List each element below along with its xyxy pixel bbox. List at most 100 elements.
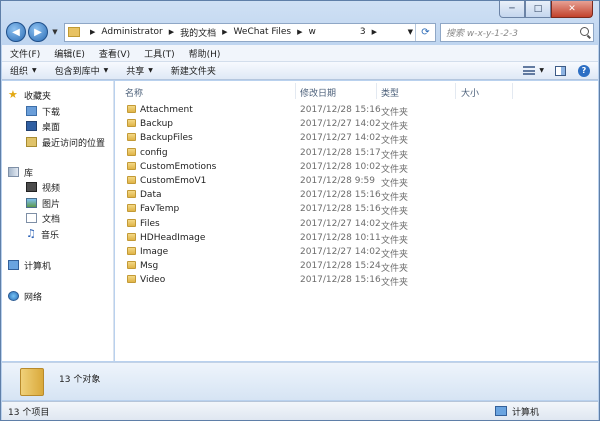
file-name[interactable]: CustomEmoV1 <box>140 176 206 186</box>
nav-label: 收藏夹 <box>24 91 52 102</box>
file-name[interactable]: BackupFiles <box>140 133 193 143</box>
include-library-button[interactable]: 包含到库中 ▼ <box>55 64 109 77</box>
file-name[interactable]: Video <box>140 275 165 285</box>
chevron-right-icon[interactable]: ▶ <box>169 28 174 36</box>
address-bar[interactable]: ▶ Administrator ▶ 我的文档 ▶ WeChat Files ▶ … <box>64 22 436 42</box>
column-size[interactable]: 大小 <box>461 86 479 99</box>
file-name[interactable]: Attachment <box>140 105 193 115</box>
file-type: 文件夹 <box>381 207 409 218</box>
maximize-button[interactable]: □ <box>525 1 551 18</box>
pictures-icon <box>26 198 37 208</box>
chevron-right-icon[interactable]: ▶ <box>222 28 227 36</box>
chevron-right-icon[interactable]: ▶ <box>372 28 377 36</box>
window-controls: ─ □ ✕ <box>499 1 593 18</box>
table-row[interactable]: BackupFiles 2017/12/27 14:02 文件夹 <box>115 131 598 146</box>
nav-recent[interactable]: 最近访问的位置 <box>26 135 105 149</box>
column-name[interactable]: 名称 <box>125 86 143 99</box>
nav-label: 网络 <box>24 292 43 303</box>
file-name[interactable]: FavTemp <box>140 204 179 214</box>
breadcrumb-item[interactable]: WeChat Files <box>234 27 292 37</box>
nav-label: 图片 <box>42 199 61 210</box>
menu-tools[interactable]: 工具(T) <box>144 47 175 60</box>
file-name[interactable]: Files <box>140 219 160 229</box>
back-button[interactable]: ◀ <box>6 22 26 42</box>
help-button[interactable]: ? <box>576 64 592 78</box>
file-date: 2017/12/27 14:02 <box>300 119 381 130</box>
table-row[interactable]: CustomEmoV1 2017/12/28 9:59 文件夹 <box>115 174 598 189</box>
folder-icon <box>127 275 136 284</box>
table-row[interactable]: HDHeadImage 2017/12/28 10:11 文件夹 <box>115 231 598 246</box>
menu-file[interactable]: 文件(F) <box>10 47 40 60</box>
menu-view[interactable]: 查看(V) <box>99 47 130 60</box>
column-date[interactable]: 修改日期 <box>300 86 336 99</box>
preview-pane-button[interactable] <box>552 64 568 78</box>
minimize-button[interactable]: ─ <box>499 1 525 18</box>
close-button[interactable]: ✕ <box>551 1 593 18</box>
breadcrumb-item[interactable]: w <box>309 27 316 37</box>
table-row[interactable]: FavTemp 2017/12/28 15:16 文件夹 <box>115 202 598 218</box>
nav-label: 计算机 <box>24 261 52 272</box>
breadcrumb-item[interactable]: 3 <box>360 27 366 37</box>
table-row[interactable]: Attachment 2017/12/28 15:16 文件夹 <box>115 103 598 118</box>
nav-music[interactable]: ♫ 音乐 <box>26 227 59 241</box>
nav-label: 音乐 <box>41 230 60 241</box>
breadcrumb-item[interactable]: 我的文档 <box>180 26 216 39</box>
nav-videos[interactable]: 视频 <box>26 180 60 194</box>
change-view-button[interactable] <box>521 64 537 78</box>
file-date: 2017/12/28 15:16 <box>300 275 381 286</box>
search-placeholder: 搜索 w-x-y-1-2-3 <box>446 28 518 39</box>
file-name[interactable]: Image <box>140 247 168 257</box>
organize-button[interactable]: 组织 ▼ <box>10 64 37 77</box>
new-folder-button[interactable]: 新建文件夹 <box>171 64 216 77</box>
table-row[interactable]: Image 2017/12/27 14:02 文件夹 <box>115 245 598 260</box>
nav-documents[interactable]: 文档 <box>26 211 60 225</box>
refresh-icon[interactable]: ⟳ <box>415 23 435 41</box>
nav-downloads[interactable]: 下载 <box>26 104 60 118</box>
object-count: 13 个对象 <box>59 375 101 385</box>
menu-edit[interactable]: 编辑(E) <box>54 47 85 60</box>
nav-libraries[interactable]: 库 <box>8 165 33 179</box>
recent-pages-dropdown[interactable]: ▼ <box>50 28 60 36</box>
status-bar: 13 个项目 计算机 <box>2 401 598 420</box>
search-input[interactable]: 搜索 w-x-y-1-2-3 <box>440 22 594 42</box>
file-name[interactable]: CustomEmotions <box>140 162 216 172</box>
table-row[interactable]: Backup 2017/12/27 14:02 文件夹 <box>115 117 598 132</box>
table-row[interactable]: Data 2017/12/28 15:16 文件夹 <box>115 188 598 203</box>
preview-pane-icon <box>554 65 566 76</box>
table-row[interactable]: CustomEmotions 2017/12/28 10:02 文件夹 <box>115 160 598 175</box>
file-date: 2017/12/27 14:02 <box>300 133 381 144</box>
file-name[interactable]: Backup <box>140 119 173 129</box>
file-name[interactable]: Msg <box>140 261 158 271</box>
menu-bar: 文件(F) 编辑(E) 查看(V) 工具(T) 帮助(H) <box>2 45 598 62</box>
column-divider[interactable] <box>295 83 296 99</box>
chevron-down-icon[interactable]: ▼ <box>408 28 413 36</box>
share-button[interactable]: 共享 ▼ <box>126 64 153 77</box>
chevron-down-icon: ▼ <box>32 67 37 74</box>
file-name[interactable]: HDHeadImage <box>140 233 205 243</box>
file-type: 文件夹 <box>381 179 409 189</box>
forward-button[interactable]: ▶ <box>28 22 48 42</box>
folder-icon <box>127 204 136 213</box>
file-name[interactable]: config <box>140 148 168 158</box>
nav-favorites[interactable]: ★ 收藏夹 <box>8 88 51 102</box>
file-name[interactable]: Data <box>140 190 162 200</box>
column-divider[interactable] <box>376 83 377 99</box>
table-row[interactable]: Files 2017/12/27 14:02 文件夹 <box>115 217 598 232</box>
chevron-down-icon[interactable]: ▼ <box>539 67 544 74</box>
nav-network[interactable]: 网络 <box>8 289 42 303</box>
menu-help[interactable]: 帮助(H) <box>189 47 221 60</box>
table-row[interactable]: Video 2017/12/28 15:16 文件夹 <box>115 273 598 288</box>
nav-pictures[interactable]: 图片 <box>26 196 60 210</box>
table-row[interactable]: Msg 2017/12/28 15:24 文件夹 <box>115 259 598 274</box>
chevron-right-icon[interactable]: ▶ <box>297 28 302 36</box>
nav-desktop[interactable]: 桌面 <box>26 119 60 133</box>
column-type[interactable]: 类型 <box>381 86 399 99</box>
column-divider[interactable] <box>512 83 513 99</box>
table-row[interactable]: config 2017/12/28 15:17 文件夹 <box>115 146 598 161</box>
search-icon[interactable] <box>580 26 589 36</box>
nav-computer[interactable]: 计算机 <box>8 258 51 272</box>
nav-label: 文档 <box>42 214 61 225</box>
column-divider[interactable] <box>455 83 456 99</box>
breadcrumb-item[interactable]: Administrator <box>101 27 162 37</box>
folder-icon <box>127 232 136 241</box>
